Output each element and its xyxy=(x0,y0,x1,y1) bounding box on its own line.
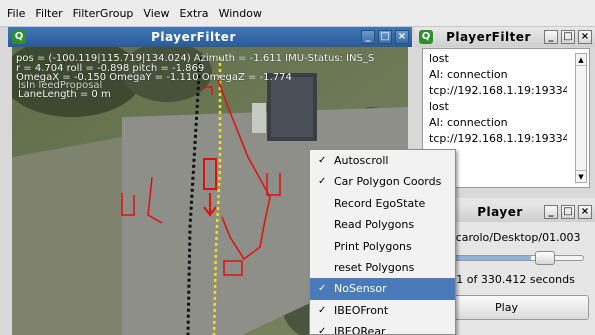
close-icon[interactable]: × xyxy=(578,205,592,219)
map-window-title: PlayerFilter xyxy=(151,30,236,44)
filter-window-titlebar[interactable]: Q PlayerFilter _ □ × xyxy=(415,27,595,47)
vertical-scrollbar[interactable]: ▲ ▼ xyxy=(575,53,587,183)
checkmark-icon: ✓ xyxy=(318,155,327,166)
overlay-lanelength: LaneLength = 0 m xyxy=(18,89,111,100)
scroll-up-icon[interactable]: ▲ xyxy=(576,54,586,66)
menu-item-car-polygon-coords[interactable]: ✓ Car Polygon Coords xyxy=(310,171,455,192)
log-line: lost xyxy=(429,100,449,113)
player-file-path: /carolo/Desktop/01.003 xyxy=(452,231,581,244)
menu-extra[interactable]: Extra xyxy=(175,0,214,27)
slider-handle[interactable] xyxy=(535,251,555,265)
playback-slider[interactable] xyxy=(452,255,584,261)
log-line: tcp://192.168.1.19:19334 xyxy=(429,84,567,97)
minimize-icon[interactable]: _ xyxy=(544,205,558,219)
menu-filter[interactable]: Filter xyxy=(30,0,67,27)
log-line: AI: connection xyxy=(429,116,508,129)
app-icon: Q xyxy=(419,30,433,44)
menu-item-read-polygons[interactable]: Read Polygons xyxy=(310,214,455,235)
menu-item-nosensor[interactable]: ✓ NoSensor xyxy=(310,278,455,300)
log-line: AI: connection xyxy=(429,68,508,81)
checkmark-icon: ✓ xyxy=(318,176,327,188)
menu-filtergroup[interactable]: FilterGroup xyxy=(68,0,139,27)
log-line: lost xyxy=(429,52,449,65)
map-window-titlebar[interactable]: Q PlayerFilter _ □ × xyxy=(8,27,412,47)
menu-item-autoscroll[interactable]: ✓ Autoscroll xyxy=(310,150,455,171)
menu-item-reset-polygons[interactable]: reset Polygons xyxy=(310,257,455,278)
context-menu: ✓ Autoscroll ✓ Car Polygon Coords Record E… xyxy=(309,149,456,335)
menu-item-print-polygons[interactable]: Print Polygons xyxy=(310,236,455,257)
maximize-icon[interactable]: □ xyxy=(378,30,392,44)
minimize-icon[interactable]: _ xyxy=(361,30,375,44)
checkmark-icon: ✓ xyxy=(318,304,327,316)
close-icon[interactable]: × xyxy=(578,30,592,44)
menu-item-ibeorear[interactable]: ✓ IBEORear xyxy=(310,321,455,335)
checkmark-icon: ✓ xyxy=(318,326,327,335)
menu-file[interactable]: File xyxy=(2,0,30,27)
minimize-icon[interactable]: _ xyxy=(544,30,558,44)
menu-window[interactable]: Window xyxy=(214,0,267,27)
log-line: tcp://192.168.1.19:19334 xyxy=(429,132,567,145)
checkmark-icon: ✓ xyxy=(318,283,327,295)
menubar: File Filter FilterGroup View Extra Windo… xyxy=(0,0,595,27)
scroll-down-icon[interactable]: ▼ xyxy=(576,170,586,182)
menu-view[interactable]: View xyxy=(138,0,174,27)
player-window-titlebar[interactable]: Player _ □ × xyxy=(456,202,595,222)
close-icon[interactable]: × xyxy=(395,30,409,44)
player-window-title: Player xyxy=(477,205,523,219)
menu-item-record-egostate[interactable]: Record EgoState xyxy=(310,193,455,214)
maximize-icon[interactable]: □ xyxy=(561,205,575,219)
filter-window-title: PlayerFilter xyxy=(446,30,531,44)
playback-time: )1 of 330.412 seconds xyxy=(452,273,575,286)
maximize-icon[interactable]: □ xyxy=(561,30,575,44)
menu-item-ibeofront[interactable]: ✓ IBEOFront xyxy=(310,300,455,321)
app-icon: Q xyxy=(12,30,26,44)
